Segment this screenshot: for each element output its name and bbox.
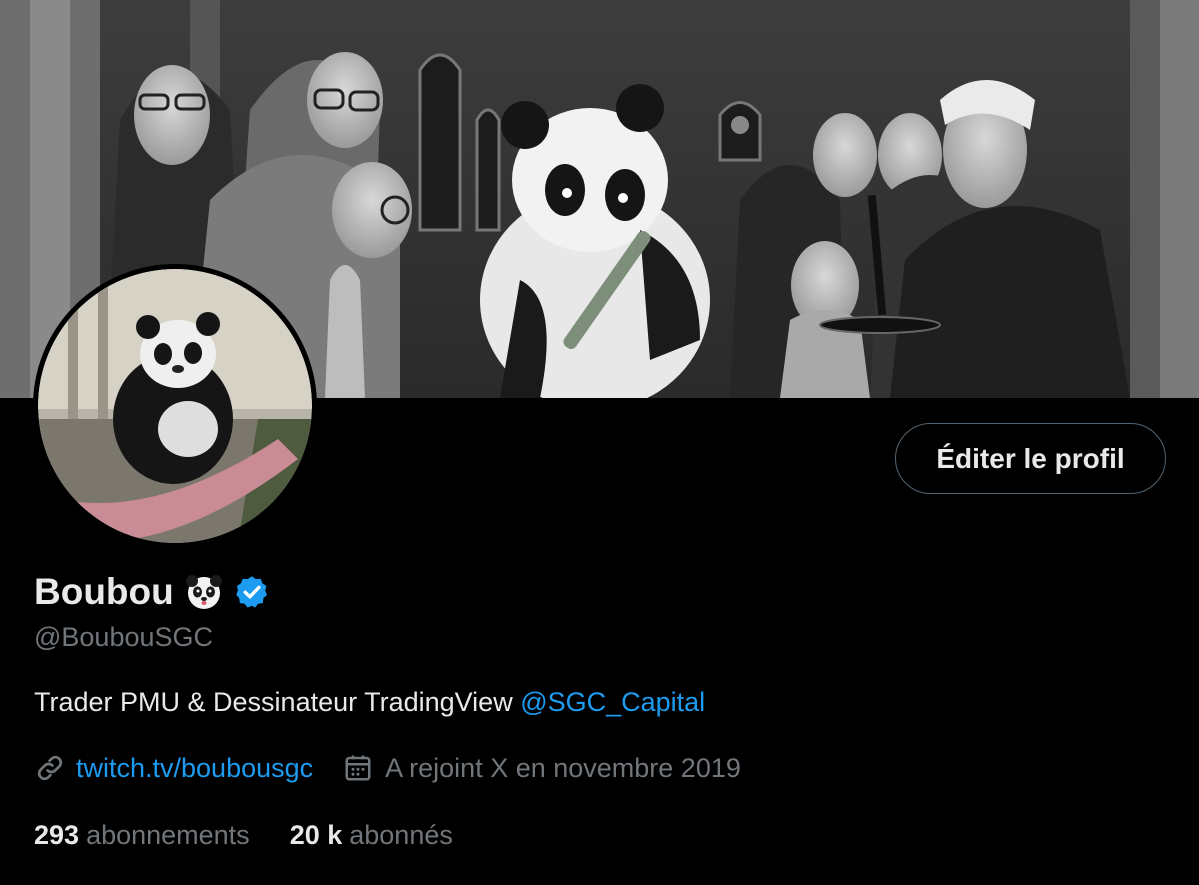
verified-badge-icon[interactable] [234,574,270,610]
profile-bio: Trader PMU & Dessinateur TradingView @SG… [34,687,705,718]
followers-stat[interactable]: 20 k abonnés [290,820,453,851]
avatar-image [38,269,312,543]
joined-date: A rejoint X en novembre 2019 [385,752,741,783]
following-label: abonnements [86,820,250,850]
profile-stats-row: 293 abonnements 20 k abonnés [34,820,453,851]
website-link[interactable]: twitch.tv/boubousgc [76,753,313,784]
profile-name-row: Boubou [34,568,270,616]
followers-label: abonnés [349,820,453,850]
edit-profile-button[interactable]: Éditer le profil [895,423,1166,494]
panda-face-icon [185,575,222,609]
following-stat[interactable]: 293 abonnements [34,820,250,851]
following-count: 293 [34,820,80,850]
bio-text: Trader PMU & Dessinateur TradingView [34,687,521,717]
profile-meta-row: twitch.tv/boubousgc A rejoint X en novem… [34,752,741,784]
profile-avatar[interactable] [33,264,317,548]
profile-handle: @BoubouSGC [34,622,214,652]
link-icon [37,755,63,781]
bio-mention-link[interactable]: @SGC_Capital [520,687,705,717]
followers-count: 20 k [289,820,343,850]
calendar-icon [345,755,371,781]
display-name: Boubou [34,571,174,612]
